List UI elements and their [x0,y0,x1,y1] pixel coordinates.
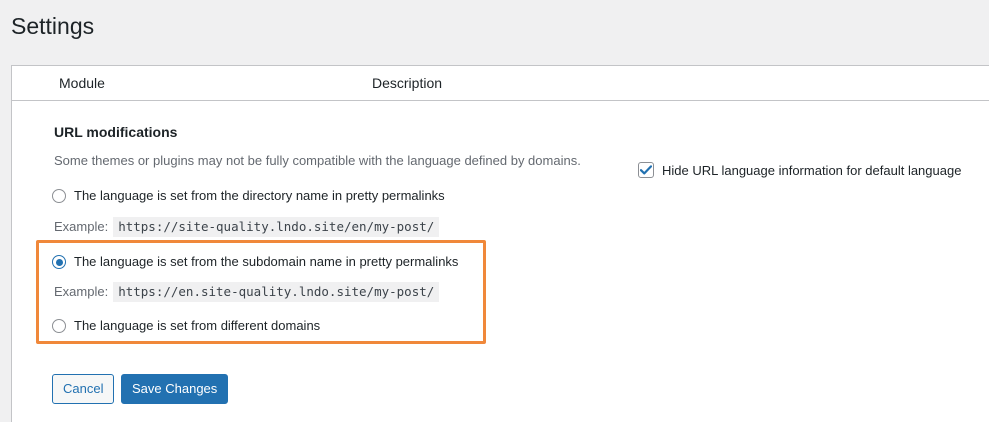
hide-default-language-label: Hide URL language information for defaul… [662,162,962,178]
example-subdomain: Example: https://en.site-quality.lndo.si… [54,282,440,302]
settings-panel: Module Description URL modifications Som… [11,65,989,422]
column-header-module: Module [59,75,105,91]
radio-option-directory[interactable]: The language is set from the directory n… [52,187,445,205]
radio-button-domains[interactable] [52,319,66,333]
radio-label-subdomain: The language is set from the subdomain n… [74,254,459,269]
column-header-description: Description [372,75,443,91]
radio-option-subdomain[interactable]: The language is set from the subdomain n… [52,253,458,271]
radio-option-domains[interactable]: The language is set from different domai… [52,317,320,335]
section-title-url-modifications: URL modifications [54,124,178,140]
checkmark-icon [640,165,652,175]
example-directory: Example: https://site-quality.lndo.site/… [54,217,440,237]
hide-default-language-checkbox[interactable] [638,162,654,178]
example-label: Example: [54,284,109,299]
save-changes-button[interactable]: Save Changes [121,374,229,404]
cancel-button[interactable]: Cancel [52,374,115,404]
example-url-directory: https://site-quality.lndo.site/en/my-pos… [113,217,440,237]
table-header: Module Description [12,66,989,101]
hide-default-language-option[interactable]: Hide URL language information for defaul… [638,162,961,178]
radio-button-subdomain[interactable] [52,255,66,269]
radio-button-directory[interactable] [52,189,66,203]
radio-label-directory: The language is set from the directory n… [74,188,445,203]
example-label: Example: [54,219,109,234]
radio-label-domains: The language is set from different domai… [74,318,321,333]
example-url-subdomain: https://en.site-quality.lndo.site/my-pos… [113,282,440,302]
section-description: Some themes or plugins may not be fully … [54,153,581,168]
page-title: Settings [11,13,95,39]
